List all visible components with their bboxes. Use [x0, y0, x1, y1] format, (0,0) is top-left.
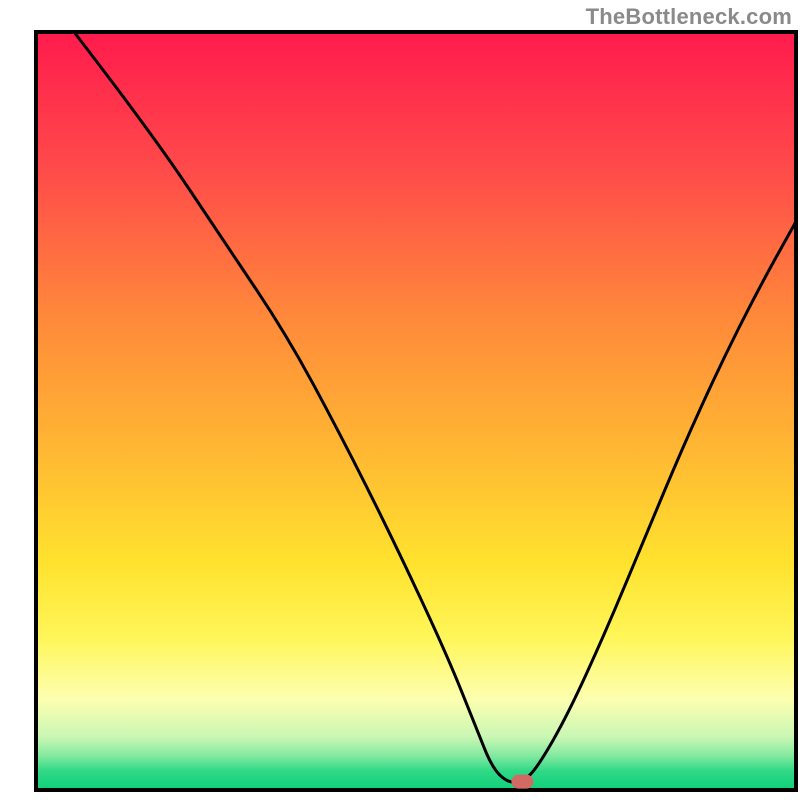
chart-container: { "attribution": "TheBottleneck.com", "c… — [0, 0, 800, 800]
minimum-marker — [511, 775, 533, 789]
plot-background — [36, 32, 796, 790]
attribution-text: TheBottleneck.com — [586, 4, 792, 30]
bottleneck-chart — [0, 0, 800, 800]
